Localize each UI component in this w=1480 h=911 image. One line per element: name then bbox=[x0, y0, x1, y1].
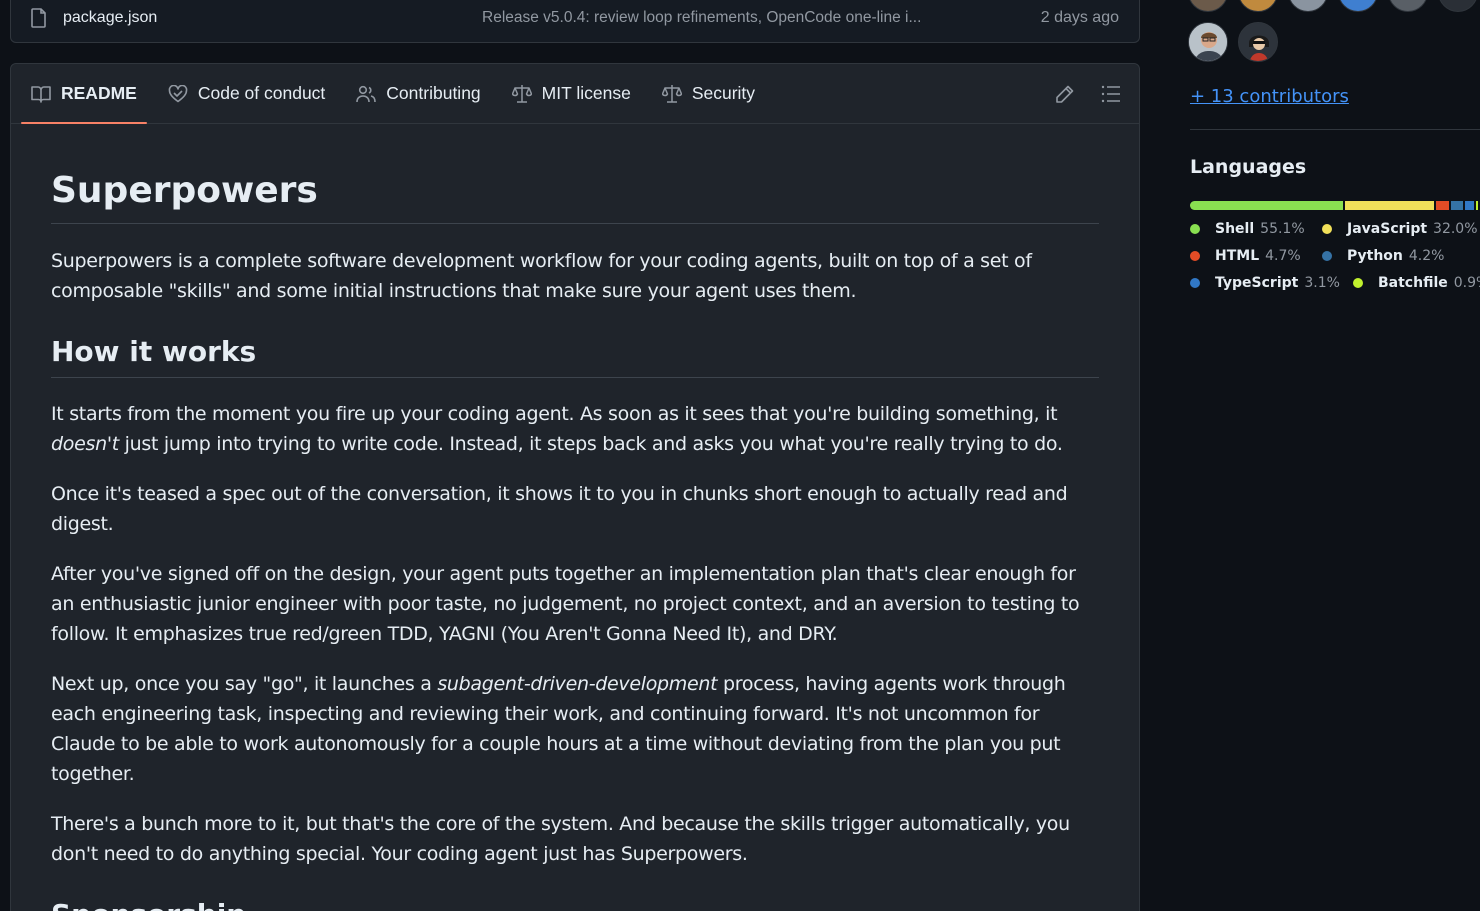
file-name-link[interactable]: package.json bbox=[63, 9, 463, 27]
tab-label: README bbox=[61, 83, 137, 103]
language-bar-segment bbox=[1436, 201, 1450, 210]
how-it-works-heading: How it works bbox=[51, 336, 1099, 378]
language-bar-segment bbox=[1451, 201, 1463, 210]
language-bar-segment bbox=[1475, 201, 1478, 210]
tab-readme[interactable]: README bbox=[21, 64, 147, 124]
language-item-javascript[interactable]: JavaScript 32.0% bbox=[1322, 221, 1478, 237]
intro-paragraph: Superpowers is a complete software devel… bbox=[51, 250, 1032, 303]
readme-tabs: README Code of conduct Contributing MIT … bbox=[11, 64, 1139, 124]
tab-mit-license[interactable]: MIT license bbox=[502, 64, 641, 123]
paragraph-5: There's a bunch more to it, but that's t… bbox=[51, 812, 1070, 865]
main-column: package.json Release v5.0.4: review loop… bbox=[0, 0, 1140, 911]
avatar[interactable] bbox=[1238, 22, 1278, 62]
language-bar-segment bbox=[1464, 201, 1474, 210]
contributors-link[interactable]: + 13 contributors bbox=[1190, 86, 1349, 107]
language-color-dot bbox=[1190, 278, 1200, 288]
sidebar: + 13 contributors Languages Shell 55.1% … bbox=[1140, 0, 1480, 911]
sponsorship-heading: Sponsorship bbox=[51, 898, 1099, 911]
tab-code-of-conduct[interactable]: Code of conduct bbox=[158, 64, 335, 123]
language-item-shell[interactable]: Shell 55.1% bbox=[1190, 221, 1305, 237]
readme-title: Superpowers bbox=[51, 170, 1099, 225]
readme-content: Superpowers Superpowers is a complete so… bbox=[11, 170, 1139, 911]
avatar[interactable] bbox=[1188, 22, 1228, 62]
people-icon bbox=[356, 85, 377, 103]
languages-heading: Languages bbox=[1190, 156, 1307, 178]
language-item-python[interactable]: Python 4.2% bbox=[1322, 248, 1444, 264]
language-item-typescript[interactable]: TypeScript 3.1% bbox=[1190, 275, 1340, 291]
readme-panel: README Code of conduct Contributing MIT … bbox=[10, 63, 1140, 911]
readme-tools bbox=[1055, 64, 1121, 124]
language-bar-segment bbox=[1190, 201, 1344, 210]
languages-bar bbox=[1190, 201, 1480, 210]
sidebar-divider bbox=[1190, 129, 1480, 130]
language-bar-segment bbox=[1345, 201, 1435, 210]
heart-handshake-icon bbox=[168, 84, 188, 103]
commit-message-link[interactable]: Release v5.0.4: review loop refinements,… bbox=[482, 9, 982, 27]
pencil-icon[interactable] bbox=[1055, 84, 1075, 104]
file-list: package.json Release v5.0.4: review loop… bbox=[10, 0, 1140, 43]
commit-time: 2 days ago bbox=[1040, 9, 1119, 26]
avatar[interactable] bbox=[1288, 0, 1328, 12]
tab-label: Code of conduct bbox=[197, 83, 326, 103]
language-color-dot bbox=[1190, 224, 1200, 234]
tab-label: Contributing bbox=[386, 83, 481, 103]
tab-label: Security bbox=[691, 83, 756, 103]
file-row[interactable]: package.json Release v5.0.4: review loop… bbox=[11, 0, 1139, 36]
paragraph-2: Once it's teased a spec out of the conve… bbox=[51, 482, 1068, 535]
contributor-avatars bbox=[1188, 22, 1278, 62]
language-color-dot bbox=[1322, 224, 1332, 234]
file-icon bbox=[31, 8, 49, 28]
tab-security[interactable]: Security bbox=[652, 64, 765, 123]
law-scale-icon bbox=[511, 84, 532, 104]
language-color-dot bbox=[1190, 251, 1200, 261]
language-item-html[interactable]: HTML 4.7% bbox=[1190, 248, 1301, 264]
law-scale-icon bbox=[661, 84, 682, 104]
language-color-dot bbox=[1322, 251, 1332, 261]
paragraph-4: Next up, once you say "go", it launches … bbox=[51, 672, 1066, 785]
avatar[interactable] bbox=[1388, 0, 1428, 12]
avatar[interactable] bbox=[1188, 0, 1228, 12]
avatar[interactable] bbox=[1338, 0, 1378, 12]
avatar[interactable] bbox=[1238, 0, 1278, 12]
paragraph-1: It starts from the moment you fire up yo… bbox=[51, 402, 1063, 455]
book-icon bbox=[31, 85, 51, 103]
language-item-batchfile[interactable]: Batchfile 0.9% bbox=[1353, 275, 1480, 291]
paragraph-3: After you've signed off on the design, y… bbox=[51, 562, 1080, 645]
tab-label: MIT license bbox=[541, 83, 631, 103]
tab-contributing[interactable]: Contributing bbox=[346, 64, 490, 123]
list-icon[interactable] bbox=[1101, 85, 1121, 103]
contributor-avatars-top bbox=[1188, 0, 1478, 12]
language-color-dot bbox=[1353, 278, 1363, 288]
avatar[interactable] bbox=[1438, 0, 1478, 12]
